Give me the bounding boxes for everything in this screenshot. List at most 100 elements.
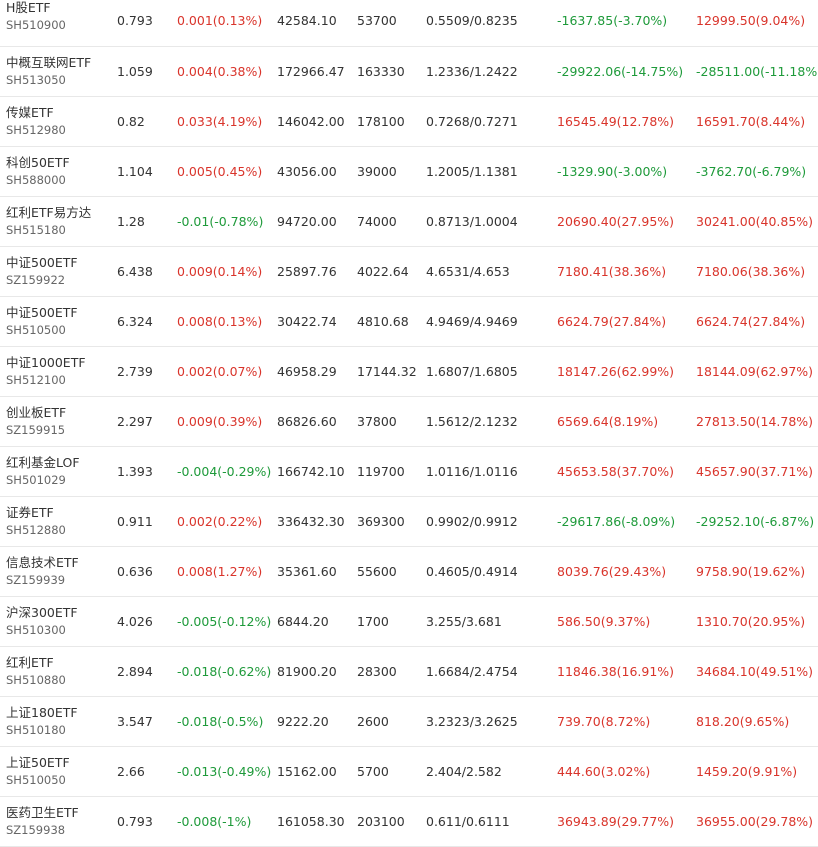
cumulative-profit-loss: 818.20(9.65%): [696, 714, 790, 729]
table-row[interactable]: 证券ETF SH512880 0.911 0.002(0.22%) 336432.30 3…: [0, 497, 818, 547]
market-value: 15162.00: [277, 764, 337, 779]
price: 2.894: [117, 664, 153, 679]
price-change: -0.013(-0.49%): [177, 764, 272, 779]
price: 1.059: [117, 64, 153, 79]
price: 0.82: [117, 114, 145, 129]
price-change: -0.004(-0.29%): [177, 464, 272, 479]
fund-name: 上证180ETF: [6, 705, 78, 720]
profit-loss: 36943.89(29.77%): [557, 814, 675, 829]
fund-name: 红利基金LOF: [6, 455, 80, 470]
price: 6.324: [117, 314, 153, 329]
holding-shares: 2600: [357, 714, 389, 729]
cumulative-profit-loss: 27813.50(14.78%): [696, 414, 814, 429]
profit-loss: 739.70(8.72%): [557, 714, 651, 729]
price-change: 0.008(0.13%): [177, 314, 263, 329]
fund-name-cell: 红利基金LOF SH501029: [6, 447, 80, 496]
cumulative-profit-loss: 1310.70(20.95%): [696, 614, 806, 629]
cumulative-profit-loss: 7180.06(38.36%): [696, 264, 806, 279]
cost-ratio: 4.6531/4.653: [426, 264, 510, 279]
table-row[interactable]: 中证500ETF SZ159922 6.438 0.009(0.14%) 25897.7…: [0, 247, 818, 297]
fund-code: SH588000: [6, 173, 66, 187]
profit-loss: -29617.86(-8.09%): [557, 514, 676, 529]
table-row[interactable]: 中概互联网ETF SH513050 1.059 0.004(0.38%) 172966.…: [0, 47, 818, 97]
cost-ratio: 1.2336/1.2422: [426, 64, 518, 79]
table-row[interactable]: 科创50ETF SH588000 1.104 0.005(0.45%) 43056.00…: [0, 147, 818, 197]
profit-loss: 45653.58(37.70%): [557, 464, 675, 479]
market-value: 172966.47: [277, 64, 345, 79]
fund-code: SH501029: [6, 473, 66, 487]
profit-loss: 16545.49(12.78%): [557, 114, 675, 129]
holding-shares: 74000: [357, 214, 397, 229]
market-value: 25897.76: [277, 264, 337, 279]
fund-name-cell: 红利ETF SH510880: [6, 647, 66, 696]
table-row[interactable]: 红利ETF易方达 SH515180 1.28 -0.01(-0.78%) 94720.0…: [0, 197, 818, 247]
profit-loss: 6569.64(8.19%): [557, 414, 659, 429]
cost-ratio: 1.6684/2.4754: [426, 664, 518, 679]
fund-name-cell: 中证500ETF SZ159922: [6, 247, 78, 296]
holding-shares: 5700: [357, 764, 389, 779]
fund-name-cell: 中证500ETF SH510500: [6, 297, 78, 346]
fund-code: SH510180: [6, 723, 66, 737]
fund-name-cell: 创业板ETF SZ159915: [6, 397, 66, 446]
cost-ratio: 0.611/0.6111: [426, 814, 510, 829]
cost-ratio: 0.7268/0.7271: [426, 114, 518, 129]
fund-name: 红利ETF易方达: [6, 205, 92, 220]
table-row[interactable]: H股ETF SH510900 0.793 0.001(0.13%) 42584.10 53…: [0, 0, 818, 47]
fund-name-cell: 上证50ETF SH510050: [6, 747, 70, 796]
price: 0.793: [117, 12, 153, 28]
holding-shares: 203100: [357, 814, 405, 829]
cost-ratio: 4.9469/4.9469: [426, 314, 518, 329]
cumulative-profit-loss: 18144.09(62.97%): [696, 364, 814, 379]
fund-code: SH510880: [6, 673, 66, 687]
fund-code: SH513050: [6, 73, 66, 87]
market-value: 166742.10: [277, 464, 345, 479]
cost-ratio: 1.0116/1.0116: [426, 464, 518, 479]
table-row[interactable]: 中证1000ETF SH512100 2.739 0.002(0.07%) 46958.…: [0, 347, 818, 397]
market-value: 86826.60: [277, 414, 337, 429]
holding-shares: 39000: [357, 164, 397, 179]
table-row[interactable]: 上证180ETF SH510180 3.547 -0.018(-0.5%) 9222.2…: [0, 697, 818, 747]
fund-code: SH510050: [6, 773, 66, 787]
fund-name-cell: 上证180ETF SH510180: [6, 697, 78, 746]
cumulative-profit-loss: 34684.10(49.51%): [696, 664, 814, 679]
table-row[interactable]: 沪深300ETF SH510300 4.026 -0.005(-0.12%) 6844.…: [0, 597, 818, 647]
fund-name-cell: H股ETF SH510900: [6, 0, 66, 45]
fund-name: 沪深300ETF: [6, 605, 78, 620]
cost-ratio: 0.5509/0.8235: [426, 12, 518, 28]
table-row[interactable]: 中证500ETF SH510500 6.324 0.008(0.13%) 30422.7…: [0, 297, 818, 347]
cumulative-profit-loss: 16591.70(8.44%): [696, 114, 806, 129]
price: 1.104: [117, 164, 153, 179]
cumulative-profit-loss: 9758.90(19.62%): [696, 564, 806, 579]
price-change: 0.005(0.45%): [177, 164, 263, 179]
profit-loss: 8039.76(29.43%): [557, 564, 667, 579]
table-row[interactable]: 红利ETF SH510880 2.894 -0.018(-0.62%) 81900.20…: [0, 647, 818, 697]
price-change: 0.033(4.19%): [177, 114, 263, 129]
market-value: 9222.20: [277, 714, 329, 729]
cumulative-profit-loss: 6624.74(27.84%): [696, 314, 806, 329]
price: 3.547: [117, 714, 153, 729]
fund-name: 创业板ETF: [6, 405, 67, 420]
fund-code: SH512100: [6, 373, 66, 387]
price: 2.66: [117, 764, 145, 779]
fund-name: 中证500ETF: [6, 305, 78, 320]
table-row[interactable]: 传媒ETF SH512980 0.82 0.033(4.19%) 146042.00 17…: [0, 97, 818, 147]
cumulative-profit-loss: 30241.00(40.85%): [696, 214, 814, 229]
price: 4.026: [117, 614, 153, 629]
table-row[interactable]: 信息技术ETF SZ159939 0.636 0.008(1.27%) 35361.60…: [0, 547, 818, 597]
table-row[interactable]: 医药卫生ETF SZ159938 0.793 -0.008(-1%) 161058.30…: [0, 797, 818, 847]
profit-loss: -1329.90(-3.00%): [557, 164, 668, 179]
fund-name: 传媒ETF: [6, 105, 54, 120]
market-value: 81900.20: [277, 664, 337, 679]
holding-shares: 4810.68: [357, 314, 409, 329]
cost-ratio: 1.6807/1.6805: [426, 364, 518, 379]
fund-code: SZ159939: [6, 573, 66, 587]
fund-code: SZ159922: [6, 273, 66, 287]
table-row[interactable]: 上证50ETF SH510050 2.66 -0.013(-0.49%) 15162.0…: [0, 747, 818, 797]
profit-loss: 586.50(9.37%): [557, 614, 651, 629]
cost-ratio: 3.255/3.681: [426, 614, 502, 629]
table-row[interactable]: 红利基金LOF SH501029 1.393 -0.004(-0.29%) 166742…: [0, 447, 818, 497]
table-row[interactable]: 创业板ETF SZ159915 2.297 0.009(0.39%) 86826.60 3…: [0, 397, 818, 447]
fund-name: 信息技术ETF: [6, 555, 79, 570]
price: 1.28: [117, 214, 145, 229]
holding-shares: 55600: [357, 564, 397, 579]
